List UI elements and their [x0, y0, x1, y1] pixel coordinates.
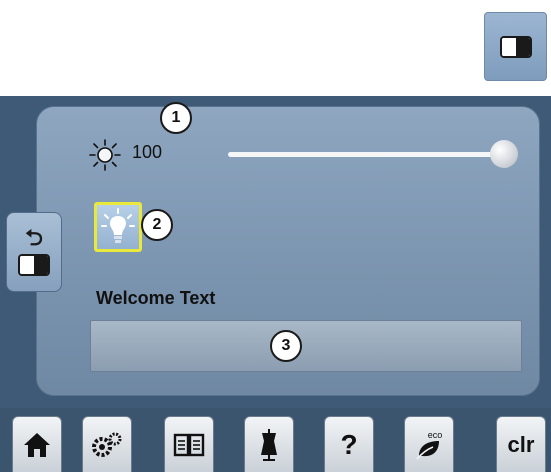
- brightness-value: 100: [132, 142, 163, 162]
- manual-book-icon: [173, 433, 205, 456]
- dress-form-icon: [261, 428, 277, 461]
- eco-button[interactable]: eco: [404, 416, 454, 472]
- welcome-text-field[interactable]: [90, 320, 522, 372]
- eco-icon: [416, 440, 439, 460]
- home-button[interactable]: [12, 416, 62, 472]
- light-toggle-button[interactable]: [94, 202, 142, 252]
- bottom-toolbar: ? eco clr: [0, 408, 551, 472]
- settings-button[interactable]: [82, 416, 132, 472]
- dress-form-button[interactable]: [244, 416, 294, 472]
- display-screen: ⮌ 100 1 2 Welcome Text 3: [0, 96, 551, 408]
- slider-knob[interactable]: [490, 140, 518, 168]
- home-icon: [24, 432, 50, 457]
- contrast-icon: [499, 35, 532, 58]
- sun-icon: [89, 139, 121, 171]
- clear-button[interactable]: clr: [496, 416, 546, 472]
- back-button[interactable]: ⮌: [6, 212, 62, 292]
- help-icon: ?: [340, 428, 358, 460]
- lightbulb-icon: [101, 208, 135, 243]
- callout-3: 3: [270, 330, 302, 362]
- manual-button[interactable]: [164, 416, 214, 472]
- brightness-slider[interactable]: [228, 140, 518, 168]
- contrast-icon: [18, 254, 50, 276]
- callout-2: 2: [141, 209, 173, 241]
- callout-1: 1: [160, 102, 192, 134]
- clear-icon: clr: [507, 431, 535, 457]
- settings-icon: [92, 432, 122, 457]
- help-button[interactable]: ?: [324, 416, 374, 472]
- contrast-button-top[interactable]: [484, 12, 547, 81]
- back-arrow-icon: ⮌: [25, 225, 43, 250]
- welcome-text-label: Welcome Text: [96, 288, 216, 308]
